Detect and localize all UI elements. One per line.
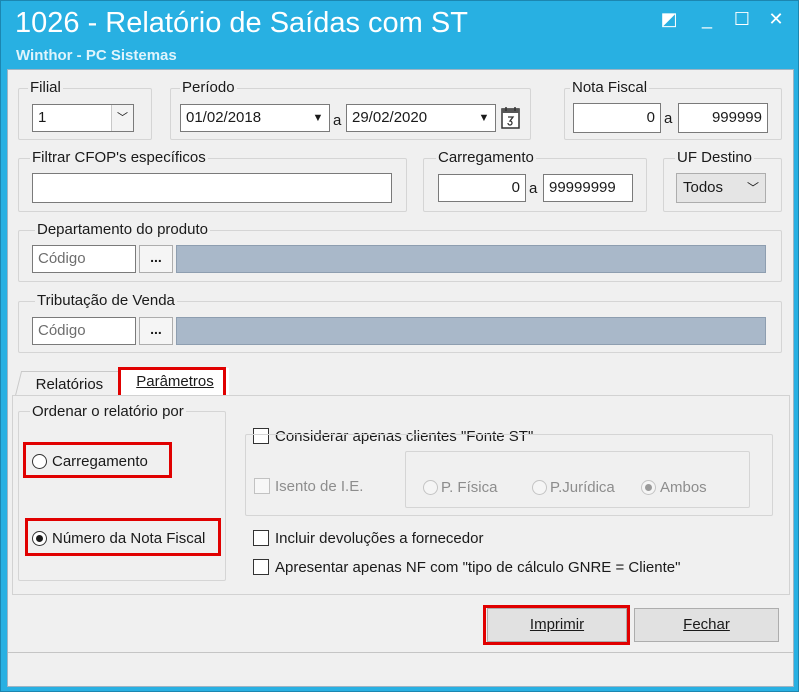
- nota-fiscal-sep: a: [664, 110, 673, 127]
- maximize-icon[interactable]: ☐: [728, 7, 756, 31]
- radio-p-fisica-label: P. Física: [441, 479, 498, 496]
- filial-select[interactable]: 1 ﹀: [32, 104, 134, 132]
- checkbox-devolucoes[interactable]: [253, 530, 269, 546]
- departamento-label: Departamento do produto: [35, 221, 210, 238]
- departamento-lookup-button[interactable]: ...: [139, 245, 173, 273]
- form-client-area: Filial 1 ﹀ Período 01/02/2018 ▼ a 29/02/…: [7, 69, 794, 687]
- departamento-code-input[interactable]: Código: [32, 245, 136, 273]
- app-window: 1026 - Relatório de Saídas com ST Wintho…: [0, 0, 799, 692]
- departamento-description: [176, 245, 766, 273]
- periodo-end-value: 29/02/2020: [352, 109, 428, 126]
- radio-p-juridica-label: P.Jurídica: [550, 479, 615, 496]
- status-bar: [8, 652, 793, 686]
- filial-value: 1: [38, 109, 47, 126]
- checkbox-devolucoes-label[interactable]: Incluir devoluções a fornecedor: [275, 530, 483, 547]
- close-icon[interactable]: ✕: [762, 7, 790, 31]
- highlight-carregamento: [23, 442, 172, 478]
- radio-ambos-label: Ambos: [660, 479, 707, 496]
- chevron-down-icon: ﹀: [746, 181, 759, 195]
- carregamento-to-input[interactable]: 99999999: [543, 174, 633, 202]
- highlight-tab-parametros: [118, 367, 226, 398]
- checkbox-isento-ie-label: Isento de I.E.: [275, 478, 364, 495]
- highlight-imprimir: [483, 605, 630, 645]
- tributacao-lookup-button[interactable]: ...: [139, 317, 173, 345]
- uf-destino-value: Todos: [683, 179, 724, 196]
- cfop-input[interactable]: [32, 173, 392, 203]
- restore-icon[interactable]: ◩: [655, 7, 683, 31]
- periodo-sep: a: [333, 112, 342, 129]
- highlight-numero-nota-fiscal: [25, 518, 221, 556]
- window-subtitle: Winthor - PC Sistemas: [16, 47, 177, 64]
- carregamento-sep: a: [529, 180, 538, 197]
- uf-destino-label: UF Destino: [675, 149, 755, 166]
- fechar-button-label: Fechar: [683, 616, 730, 633]
- checkbox-isento-ie[interactable]: [254, 478, 270, 494]
- periodo-start-value: 01/02/2018: [186, 109, 262, 126]
- checkbox-gnre-label[interactable]: Apresentar apenas NF com "tipo de cálcul…: [275, 559, 680, 576]
- calendar-icon[interactable]: [499, 105, 523, 131]
- fechar-button[interactable]: Fechar: [634, 608, 779, 642]
- nota-fiscal-from-input[interactable]: 0: [573, 103, 661, 133]
- carregamento-label: Carregamento: [436, 149, 536, 166]
- title-bar[interactable]: 1026 - Relatório de Saídas com ST Wintho…: [1, 1, 798, 69]
- periodo-end-input[interactable]: 29/02/2020 ▼: [346, 104, 496, 132]
- radio-p-fisica[interactable]: [423, 480, 438, 495]
- tab-relatorios[interactable]: Relatórios: [14, 371, 126, 396]
- calendar-dropdown-icon[interactable]: ▼: [473, 105, 495, 131]
- calendar-dropdown-icon[interactable]: ▼: [307, 105, 329, 131]
- nota-fiscal-to-input[interactable]: 999999: [678, 103, 768, 133]
- uf-destino-select[interactable]: Todos ﹀: [676, 173, 766, 203]
- periodo-start-input[interactable]: 01/02/2018 ▼: [180, 104, 330, 132]
- nota-fiscal-label: Nota Fiscal: [570, 79, 650, 96]
- carregamento-from-input[interactable]: 0: [438, 174, 526, 202]
- filial-label: Filial: [28, 79, 63, 96]
- tributacao-description: [176, 317, 766, 345]
- chevron-down-icon[interactable]: ﹀: [111, 105, 133, 131]
- checkbox-gnre[interactable]: [253, 559, 269, 575]
- cfop-label: Filtrar CFOP's específicos: [30, 149, 208, 166]
- minimize-icon[interactable]: _: [693, 7, 721, 31]
- tributacao-label: Tributação de Venda: [35, 292, 177, 309]
- periodo-label: Período: [180, 79, 237, 96]
- radio-ambos[interactable]: [641, 480, 656, 495]
- ordenar-label: Ordenar o relatório por: [30, 403, 186, 420]
- tributacao-code-input[interactable]: Código: [32, 317, 136, 345]
- window-title: 1026 - Relatório de Saídas com ST: [15, 7, 468, 39]
- radio-p-juridica[interactable]: [532, 480, 547, 495]
